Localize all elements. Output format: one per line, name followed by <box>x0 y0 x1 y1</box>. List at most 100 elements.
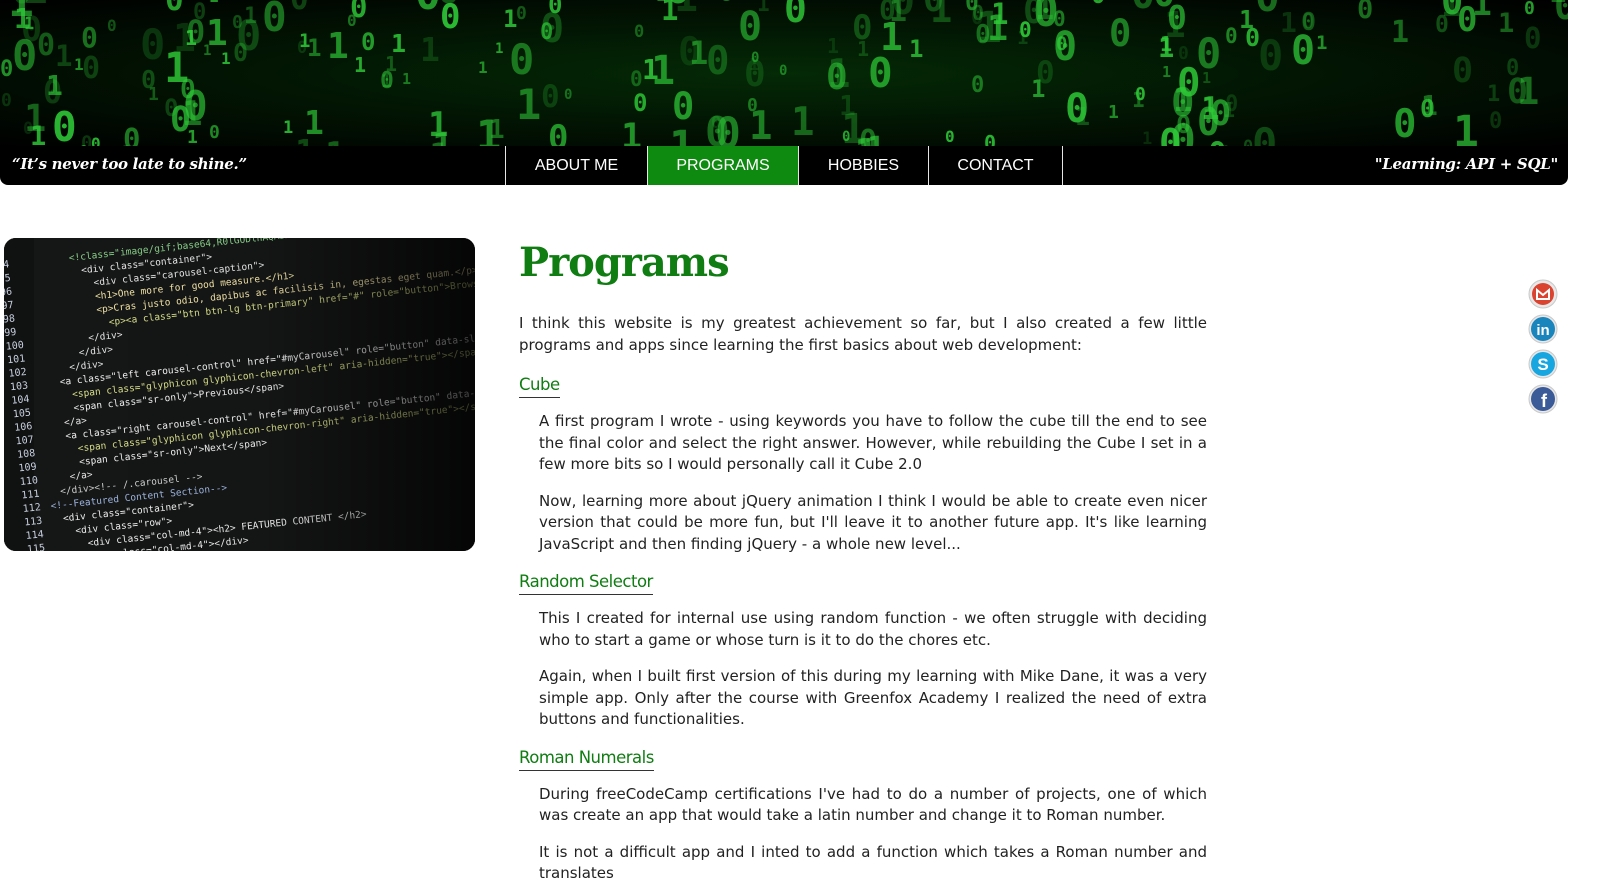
binary-digit: 1 <box>478 58 488 77</box>
binary-digit: 1 <box>1173 81 1192 119</box>
binary-digit: 0 <box>666 0 690 13</box>
binary-digit: 1 <box>1517 70 1539 113</box>
binary-digit: 1 <box>1132 88 1145 112</box>
cube-paragraph-2: Now, learning more about jQuery animatio… <box>539 491 1207 553</box>
cube-paragraph-1: A first program I wrote - using keywords… <box>539 412 1207 473</box>
section-heading-random-selector[interactable]: Random Selector <box>519 572 653 595</box>
binary-digit: 0 <box>1489 109 1502 134</box>
binary-digit: 0 <box>1452 51 1473 91</box>
binary-digit: 0 <box>1255 0 1280 21</box>
nav-programs[interactable]: PROGRAMS <box>648 146 799 185</box>
binary-digit: 1 <box>283 118 293 138</box>
binary-digit: 0 <box>541 79 560 115</box>
binary-digit: 1 <box>55 39 72 73</box>
svg-text:S: S <box>1537 355 1548 374</box>
binary-digit: 0 <box>630 67 643 91</box>
binary-digit: 1 <box>1035 0 1054 27</box>
binary-digit: 0 <box>779 63 787 79</box>
nav-about-me[interactable]: ABOUT ME <box>506 146 648 185</box>
navigation-bar: “It’s never too late to shine.” ABOUT ME… <box>0 146 1568 185</box>
binary-digit: 1 <box>1203 93 1215 117</box>
binary-digit: 0 <box>1524 21 1541 55</box>
binary-digit: 1 <box>495 41 503 57</box>
random-selector-paragraph-2: Again, when I built first version of thi… <box>539 667 1207 728</box>
binary-digit: 0 <box>82 51 100 86</box>
binary-digit: 0 <box>1178 43 1189 64</box>
binary-digit: 0 <box>784 0 807 31</box>
binary-digit: 1 <box>1280 6 1297 39</box>
binary-digit: 1 <box>987 9 1008 49</box>
binary-digit: 0 <box>290 0 309 17</box>
binary-digit: 1 <box>385 52 397 76</box>
binary-digit: 0 <box>634 22 644 42</box>
binary-digit: 1 <box>327 26 349 67</box>
binary-digit: 0 <box>1091 0 1105 9</box>
binary-digit: 1 <box>148 84 159 105</box>
binary-digit: 1 <box>402 70 411 88</box>
binary-digit: 1 <box>1472 0 1492 23</box>
nav-hobbies[interactable]: HOBBIES <box>799 146 929 185</box>
binary-digit: 1 <box>1391 15 1409 50</box>
binary-digit: 1 <box>1017 27 1028 49</box>
binary-digit: 0 <box>564 87 572 103</box>
binary-digit: 0 <box>868 49 893 97</box>
binary-digit: 1 <box>791 100 814 145</box>
binary-digit: 1 <box>116 0 136 8</box>
binary-digit: 1 <box>621 117 642 148</box>
binary-digit: 0 <box>540 6 564 52</box>
main-nav: ABOUT ME PROGRAMS HOBBIES CONTACT <box>505 146 1063 185</box>
linkedin-icon[interactable]: in <box>1528 314 1558 344</box>
binary-digit: 0 <box>711 113 721 133</box>
binary-digit: 0 <box>1170 116 1196 148</box>
section-heading-roman-numerals[interactable]: Roman Numerals <box>519 748 654 771</box>
nav-contact[interactable]: CONTACT <box>929 146 1063 185</box>
binary-digit: 0 <box>262 0 287 41</box>
binary-digit: 0 <box>706 39 729 84</box>
binary-digit: 0 <box>1435 12 1449 38</box>
motto-quote: “It’s never too late to shine.” <box>12 155 247 173</box>
binary-digit: 0 <box>107 16 117 35</box>
binary-digit: 1 <box>516 80 541 129</box>
binary-digit: 1 <box>1498 8 1514 39</box>
binary-digit: 0 <box>1065 86 1089 132</box>
binary-digit: 0 <box>751 50 759 66</box>
binary-digit: 0 <box>170 100 191 140</box>
binary-digit: 1 <box>203 43 211 59</box>
binary-digit: 1 <box>354 53 366 77</box>
gmail-icon[interactable] <box>1528 279 1558 309</box>
binary-digit: 1 <box>428 105 448 145</box>
binary-digit: 0 <box>1225 24 1238 48</box>
binary-digit: 1 <box>299 30 310 52</box>
svg-text:f: f <box>1541 391 1548 411</box>
binary-digit: 1 <box>1162 63 1171 81</box>
page-title: Programs <box>519 239 730 286</box>
binary-digit: 0 <box>12 31 37 80</box>
binary-digit: 0 <box>209 122 220 143</box>
binary-digit: 0 <box>633 89 647 117</box>
binary-digit: 0 <box>1524 0 1535 19</box>
binary-digit: 0 <box>236 11 261 60</box>
binary-digit: 0 <box>852 8 872 48</box>
random-selector-paragraph-1: This I created for internal use using ra… <box>539 609 1207 649</box>
facebook-icon[interactable]: f <box>1528 384 1558 414</box>
binary-digit: 1 <box>476 111 501 148</box>
skype-icon[interactable]: S <box>1528 349 1558 379</box>
binary-digit: 0 <box>516 3 527 24</box>
roman-numerals-paragraph-1: During freeCodeCamp certifications I've … <box>539 784 1207 825</box>
binary-digit: 0 <box>945 127 955 146</box>
svg-text:in: in <box>1536 322 1549 339</box>
binary-digit: 1 <box>930 0 952 31</box>
code-screenshot-image: 94<!class="image/gif;base64,R0lGODlhAQAB… <box>4 238 475 551</box>
binary-digit: 0 <box>1196 29 1221 78</box>
binary-digit: 1 <box>209 0 219 6</box>
section-random-selector: Random Selector This I created for inter… <box>519 572 1207 731</box>
binary-digit: 1 <box>221 49 231 68</box>
intro-text: I think this website is my greatest achi… <box>519 314 1207 354</box>
binary-digit: 0 <box>1252 119 1277 148</box>
section-heading-cube[interactable]: Cube <box>519 375 560 398</box>
binary-digit: 1 <box>173 16 196 60</box>
binary-digit: 0 <box>361 28 375 56</box>
social-links: in S f <box>1528 279 1558 419</box>
binary-digit: 1 <box>656 0 666 5</box>
binary-digit: 1 <box>642 53 659 86</box>
